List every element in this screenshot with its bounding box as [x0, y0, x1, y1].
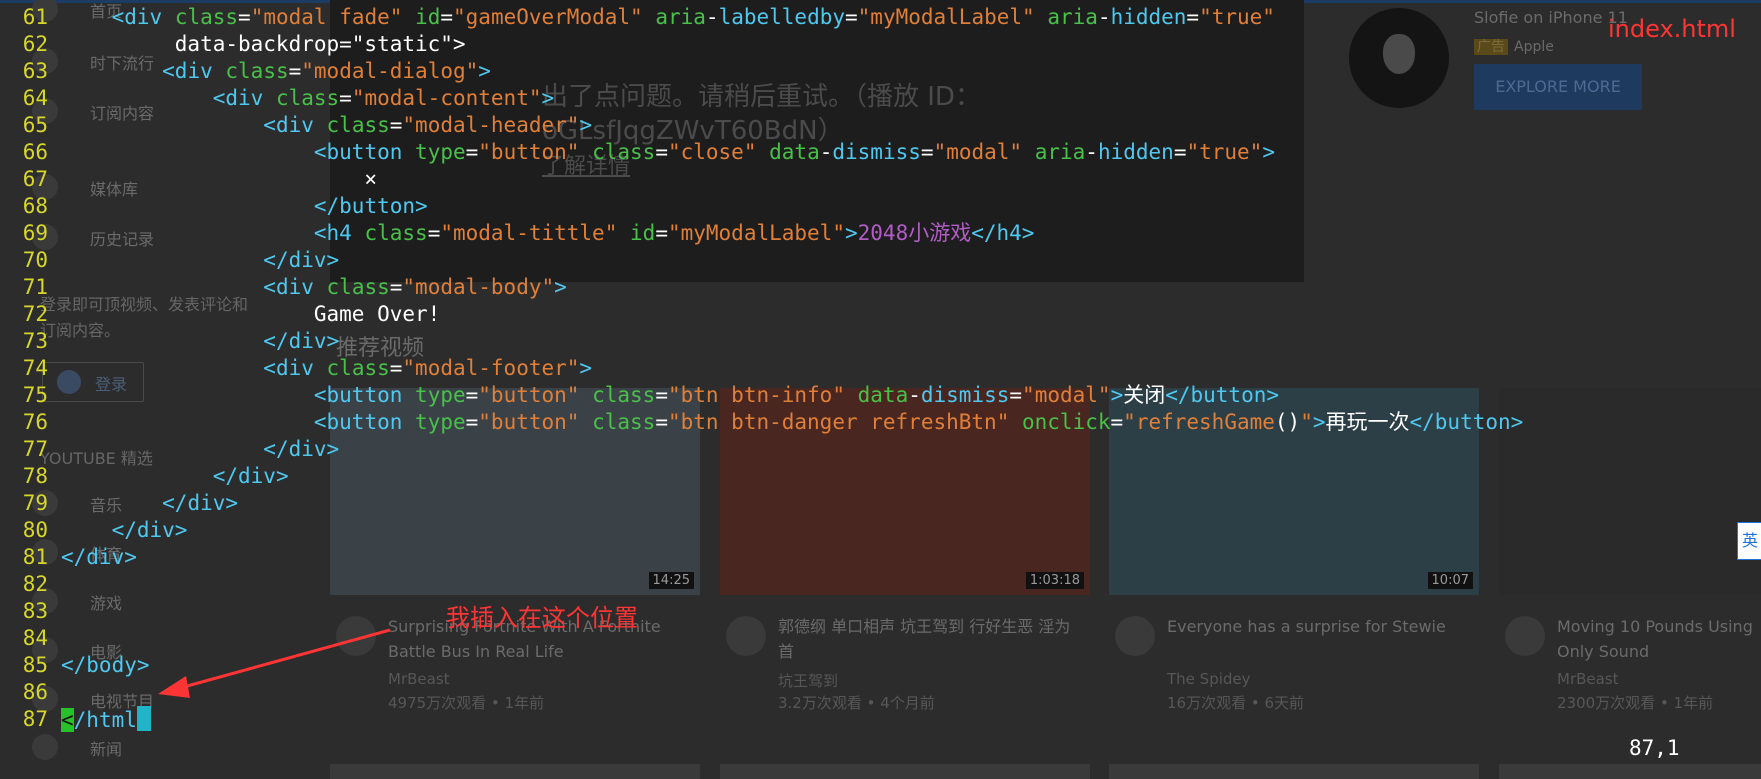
- arrow-head: [158, 676, 190, 698]
- arrow-shaft: [179, 628, 391, 690]
- annotation-arrow: [158, 628, 391, 698]
